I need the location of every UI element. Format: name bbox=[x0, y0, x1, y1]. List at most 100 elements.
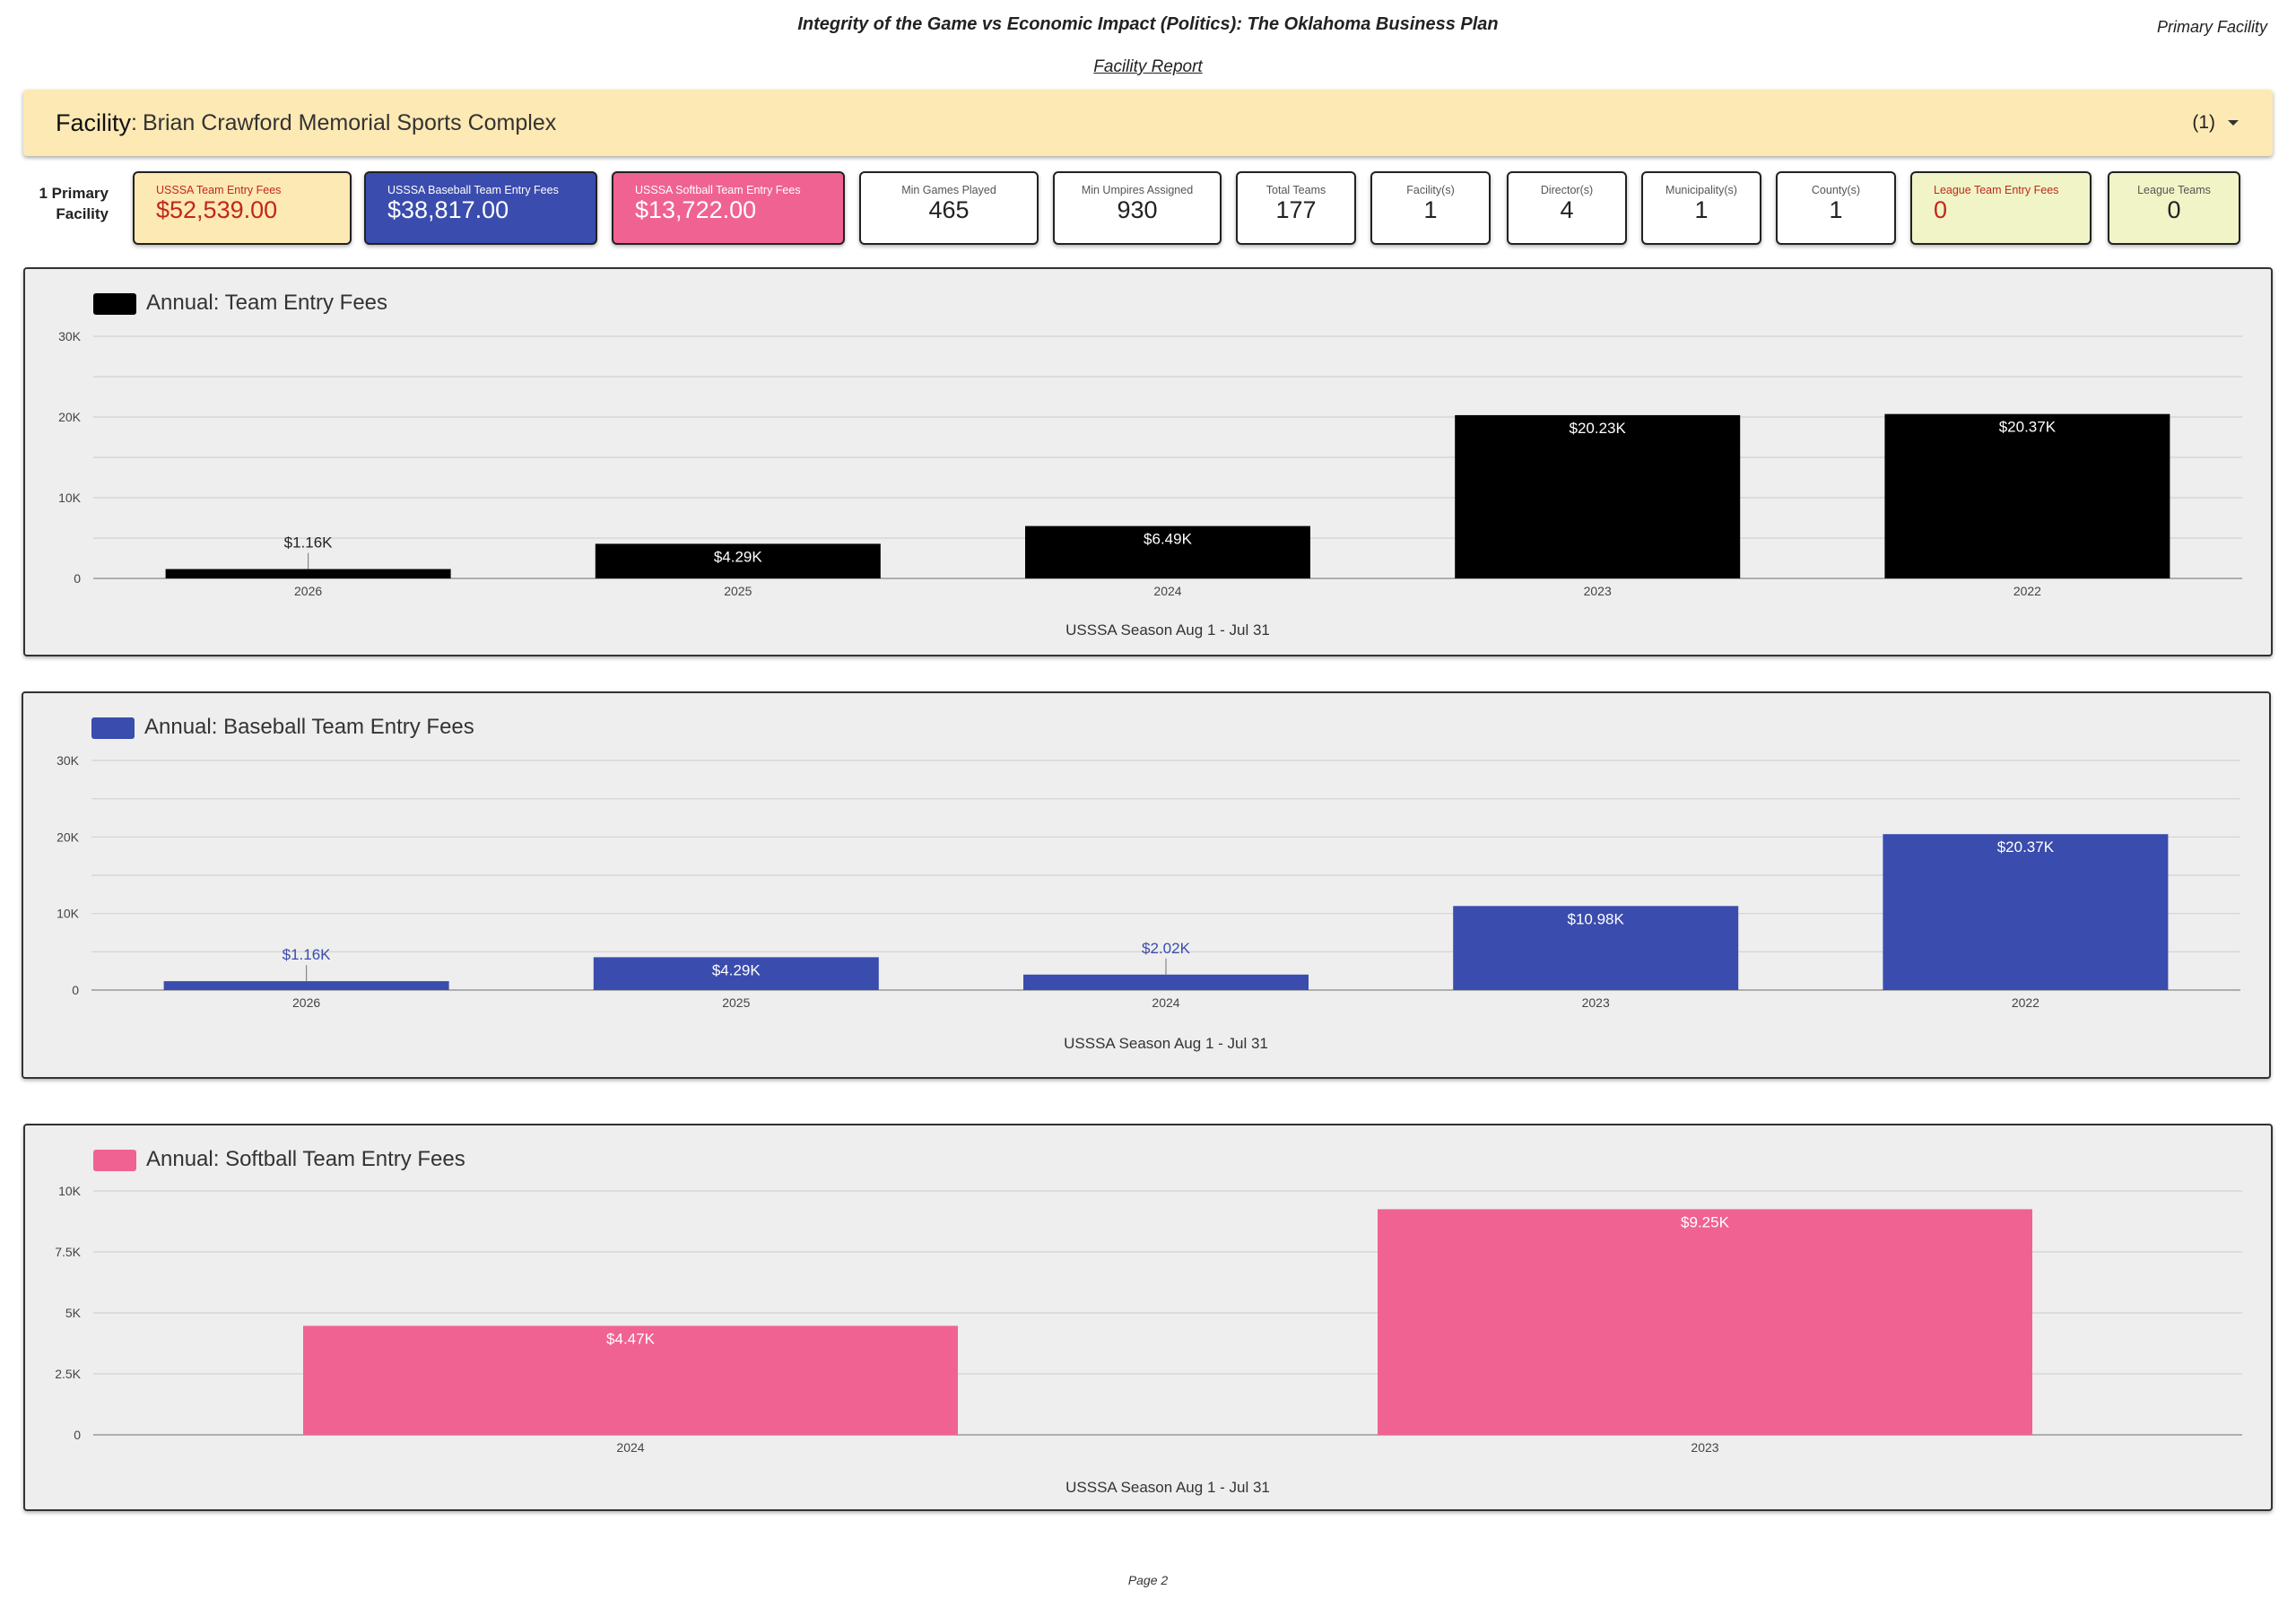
kpi-value: 465 bbox=[928, 196, 970, 223]
x-tick-label: 2024 bbox=[1153, 584, 1181, 598]
y-tick-label: 10K bbox=[58, 1184, 82, 1198]
bar bbox=[1378, 1209, 2032, 1435]
kpi-value: $52,539.00 bbox=[156, 196, 278, 223]
primary-facility-label-line2: Facility bbox=[56, 205, 109, 222]
x-tick-label: 2026 bbox=[292, 995, 320, 1010]
bar bbox=[163, 981, 449, 990]
page-number: Page 2 bbox=[1127, 1573, 1169, 1587]
data-label: $1.16K bbox=[284, 534, 334, 552]
y-tick-label: 30K bbox=[57, 753, 80, 768]
kpi-value: 1 bbox=[1694, 196, 1709, 223]
data-label: $4.29K bbox=[714, 548, 763, 565]
kpi-value: 0 bbox=[2167, 196, 2181, 223]
x-tick-label: 2024 bbox=[616, 1440, 644, 1455]
facility-filter-bar[interactable]: Facility : Brian Crawford Memorial Sport… bbox=[23, 90, 2273, 156]
kpi-card-directors: Director(s) 4 bbox=[1507, 171, 1627, 245]
y-tick-label: 5K bbox=[65, 1306, 82, 1320]
x-axis-title: USSSA Season Aug 1 - Jul 31 bbox=[1064, 1035, 1268, 1052]
y-tick-label: 10K bbox=[57, 907, 80, 921]
x-tick-label: 2023 bbox=[1584, 584, 1612, 598]
kpi-label: Municipality(s) bbox=[1665, 184, 1737, 196]
kpi-card-softball-entry-fees: USSSA Softball Team Entry Fees $13,722.0… bbox=[612, 171, 845, 245]
kpi-label: USSSA Baseball Team Entry Fees bbox=[387, 184, 559, 196]
kpi-label: League Team Entry Fees bbox=[1934, 184, 2059, 196]
bar bbox=[165, 569, 451, 578]
kpi-card-team-entry-fees: USSSA Team Entry Fees $52,539.00 bbox=[133, 171, 352, 245]
kpi-card-baseball-entry-fees: USSSA Baseball Team Entry Fees $38,817.0… bbox=[364, 171, 597, 245]
y-tick-label: 7.5K bbox=[55, 1245, 81, 1259]
kpi-card-min-games-played: Min Games Played 465 bbox=[859, 171, 1039, 245]
kpi-card-total-teams: Total Teams 177 bbox=[1236, 171, 1356, 245]
y-tick-label: 20K bbox=[57, 830, 80, 844]
data-label: $20.37K bbox=[1997, 838, 2055, 856]
kpi-value: 177 bbox=[1275, 196, 1317, 223]
kpi-value: 1 bbox=[1829, 196, 1843, 223]
y-tick-label: 20K bbox=[58, 410, 82, 424]
dropdown-caret-icon[interactable] bbox=[2228, 120, 2239, 126]
kpi-label: Min Umpires Assigned bbox=[1081, 184, 1194, 196]
kpi-label: County(s) bbox=[1811, 184, 1861, 196]
bar-chart-softball-entry-fees: 0 2.5K 5K 7.5K 10K $4.47K 2024 $9.25K 2023 USSSA … bbox=[55, 1184, 2242, 1496]
kpi-label: Min Games Played bbox=[901, 184, 996, 196]
primary-facility-label-line1: 1 Primary bbox=[39, 185, 109, 202]
data-label: $2.02K bbox=[1142, 940, 1191, 957]
report-title: Integrity of the Game vs Economic Impact… bbox=[797, 14, 1499, 34]
kpi-label: Total Teams bbox=[1265, 184, 1326, 196]
kpi-value: 0 bbox=[1934, 196, 1948, 223]
bar-chart-baseball-entry-fees: 0 10K 20K 30K $1.16K 2026 $4.29K 2025 $2.02K 2024… bbox=[57, 753, 2240, 1052]
x-tick-label: 2025 bbox=[722, 995, 750, 1010]
kpi-card-counties: County(s) 1 bbox=[1776, 171, 1896, 245]
kpi-label: USSSA Softball Team Entry Fees bbox=[635, 184, 801, 196]
bar bbox=[1883, 834, 2169, 990]
facility-filter-label: Facility bbox=[56, 109, 132, 136]
y-tick-label: 30K bbox=[58, 329, 82, 343]
data-label: $4.47K bbox=[606, 1330, 656, 1347]
data-label: $9.25K bbox=[1681, 1213, 1730, 1230]
facility-filter-dropdown[interactable]: (1) bbox=[2192, 90, 2239, 156]
x-tick-label: 2023 bbox=[1691, 1440, 1718, 1455]
page-tag: Primary Facility bbox=[2156, 18, 2267, 36]
bar-chart-team-entry-fees: 0 10K 20K 30K $1.16K 2026 $4.29K 2025 $6.49K 2024… bbox=[58, 329, 2242, 639]
facility-filter-separator: : bbox=[131, 109, 137, 135]
x-axis-title: USSSA Season Aug 1 - Jul 31 bbox=[1065, 621, 1270, 639]
x-tick-label: 2026 bbox=[294, 584, 322, 598]
bar bbox=[1023, 974, 1309, 990]
x-tick-label: 2023 bbox=[1582, 995, 1610, 1010]
kpi-label: League Teams bbox=[2137, 184, 2211, 196]
kpi-value: $38,817.00 bbox=[387, 196, 509, 223]
kpi-card-min-umpires-assigned: Min Umpires Assigned 930 bbox=[1053, 171, 1222, 245]
data-label: $6.49K bbox=[1144, 531, 1193, 548]
bar bbox=[1455, 414, 1741, 578]
y-tick-label: 0 bbox=[74, 1428, 81, 1442]
y-tick-label: 0 bbox=[72, 983, 79, 997]
x-tick-label: 2022 bbox=[2012, 995, 2039, 1010]
chart-softball-entry-fees: Annual: Softball Team Entry Fees 0 2.5K 5K… bbox=[23, 1124, 2273, 1511]
data-label: $20.37K bbox=[1999, 419, 2057, 436]
y-tick-label: 0 bbox=[74, 571, 81, 586]
chart-team-entry-fees: Annual: Team Entry Fees 0 10K 20K 30K $1.16K… bbox=[23, 267, 2273, 656]
kpi-value: $13,722.00 bbox=[635, 196, 757, 223]
x-axis-title: USSSA Season Aug 1 - Jul 31 bbox=[1065, 1479, 1270, 1496]
primary-facility-label: 1 Primary Facility bbox=[18, 183, 109, 224]
data-label: $20.23K bbox=[1570, 420, 1627, 437]
x-tick-label: 2025 bbox=[724, 584, 752, 598]
kpi-card-municipalities: Municipality(s) 1 bbox=[1641, 171, 1761, 245]
kpi-label: Facility(s) bbox=[1406, 184, 1455, 196]
data-label: $4.29K bbox=[712, 961, 761, 978]
facility-filter-value: Brian Crawford Memorial Sports Complex bbox=[142, 109, 557, 135]
bar bbox=[1884, 413, 2170, 578]
chart-baseball-entry-fees: Annual: Baseball Team Entry Fees 0 10K 20K… bbox=[22, 691, 2271, 1079]
kpi-card-league-entry-fees: League Team Entry Fees 0 bbox=[1910, 171, 2092, 245]
y-tick-label: 10K bbox=[58, 491, 82, 505]
kpi-value: 4 bbox=[1560, 196, 1574, 223]
facility-filter-count: (1) bbox=[2192, 112, 2215, 133]
kpi-label: Director(s) bbox=[1540, 184, 1594, 196]
y-tick-label: 2.5K bbox=[55, 1367, 81, 1381]
kpi-value: 930 bbox=[1117, 196, 1158, 223]
facility-report-link[interactable]: Facility Report bbox=[0, 57, 2296, 77]
data-label: $1.16K bbox=[283, 946, 332, 963]
kpi-value: 1 bbox=[1423, 196, 1438, 223]
x-tick-label: 2024 bbox=[1152, 995, 1179, 1010]
kpi-card-league-teams: League Teams 0 bbox=[2108, 171, 2240, 245]
kpi-label: USSSA Team Entry Fees bbox=[156, 184, 282, 196]
